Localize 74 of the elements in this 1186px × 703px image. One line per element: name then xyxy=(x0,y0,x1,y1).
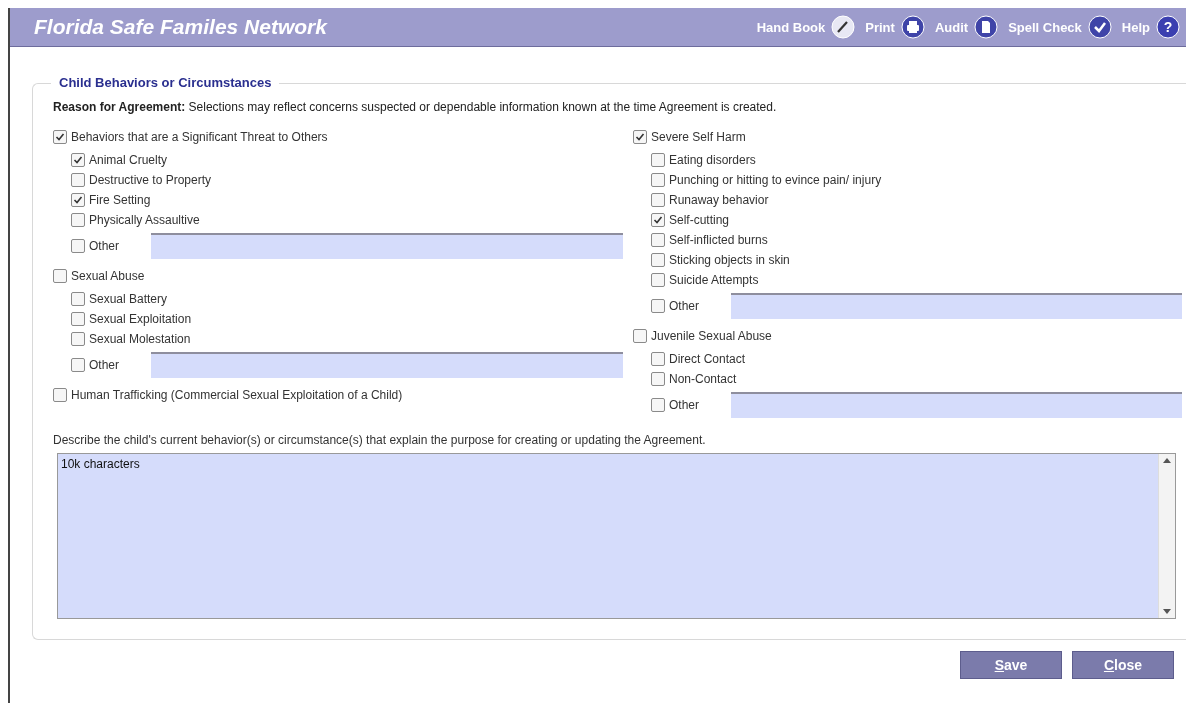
checkbox[interactable] xyxy=(71,312,85,326)
checkbox-label: Suicide Attempts xyxy=(669,273,759,287)
checkbox-label: Sexual Abuse xyxy=(71,269,145,283)
input-field[interactable] xyxy=(731,392,1182,418)
checkbox[interactable] xyxy=(53,388,67,402)
check-icon xyxy=(1087,15,1112,39)
input-field[interactable] xyxy=(151,352,623,378)
down-arrow-icon[interactable] xyxy=(1163,609,1171,614)
checkbox-label: Other xyxy=(89,239,120,253)
checkbox-label: Self-cutting xyxy=(669,213,730,227)
checkbox[interactable] xyxy=(71,292,85,306)
checkbox-label: Sticking objects in skin xyxy=(669,253,790,267)
checkbox[interactable] xyxy=(651,352,665,366)
checkbox-label: Non-Contact xyxy=(669,372,737,386)
checkbox[interactable] xyxy=(71,173,85,187)
input-field[interactable] xyxy=(151,233,623,259)
reason-text: Reason for Agreement: Selections may reflect concerns suspected or dependable information known at the time Agreement is created. xyxy=(53,100,778,114)
checkbox-label: Fire Setting xyxy=(89,193,151,207)
toolbar-button[interactable]: Audit xyxy=(934,15,999,39)
checkbox-label: Sexual Molestation xyxy=(89,332,191,346)
field-label: Describe the child's current behavior(s) or circumstance(s) that explain the purpose for creating or updating the Agreement. xyxy=(53,433,707,447)
document-icon xyxy=(974,15,999,39)
checkbox[interactable] xyxy=(71,193,85,207)
checkbox[interactable] xyxy=(633,130,647,144)
toolbar-button[interactable]: Hand Book xyxy=(756,15,856,39)
checkbox-label: Other xyxy=(669,398,700,412)
input-field[interactable] xyxy=(731,293,1182,319)
checkbox[interactable] xyxy=(53,269,67,283)
action-button[interactable]: Close xyxy=(1072,651,1174,679)
checkbox-label: Other xyxy=(89,358,120,372)
checkbox[interactable] xyxy=(651,233,665,247)
checkbox[interactable] xyxy=(71,332,85,346)
checkbox[interactable] xyxy=(651,193,665,207)
checkbox-label: Punching or hitting to evince pain/ injury xyxy=(669,173,882,187)
action-button[interactable]: Save xyxy=(960,651,1062,679)
toolbar-button[interactable]: Help ? xyxy=(1121,15,1180,39)
checkbox-label: Destructive to Property xyxy=(89,173,212,187)
checkbox[interactable] xyxy=(651,253,665,267)
checkbox-label: Sexual Exploitation xyxy=(89,312,192,326)
checkbox[interactable] xyxy=(651,153,665,167)
checkbox[interactable] xyxy=(651,372,665,386)
checkbox-label: Physically Assaultive xyxy=(89,213,200,227)
window-title: Florida Safe Familes Network xyxy=(34,15,327,39)
help-icon: ? xyxy=(1156,15,1180,39)
checkbox-label: Runaway behavior xyxy=(669,193,769,207)
toolbar-button[interactable]: Print xyxy=(865,15,925,39)
text-area[interactable]: 10k characters xyxy=(57,453,1176,619)
checkbox[interactable] xyxy=(633,329,647,343)
checkbox-label: Direct Contact xyxy=(669,352,746,366)
checkbox-label: Behaviors that are a Significant Threat to Others xyxy=(71,130,328,144)
checkbox[interactable] xyxy=(71,213,85,227)
checkbox[interactable] xyxy=(651,398,665,412)
checkbox[interactable] xyxy=(71,239,85,253)
checkbox-label: Other xyxy=(669,299,700,313)
pen-icon xyxy=(831,15,856,39)
checkbox[interactable] xyxy=(651,273,665,287)
checkbox-label: Sexual Battery xyxy=(89,292,168,306)
checkbox-label: Self-inflicted burns xyxy=(669,233,768,247)
checkbox-label: Human Trafficking (Commercial Sexual Exploitation of a Child) xyxy=(71,388,403,402)
checkbox[interactable] xyxy=(651,213,665,227)
checkbox[interactable] xyxy=(71,153,85,167)
checkbox[interactable] xyxy=(53,130,67,144)
checkbox[interactable] xyxy=(651,299,665,313)
checkbox[interactable] xyxy=(71,358,85,372)
checkbox[interactable] xyxy=(651,173,665,187)
up-arrow-icon[interactable] xyxy=(1163,458,1171,463)
checkbox-label: Animal Cruelty xyxy=(89,153,168,167)
toolbar-button[interactable]: Spell Check xyxy=(1008,15,1112,39)
checkbox-label: Eating disorders xyxy=(669,153,756,167)
scrollbar[interactable] xyxy=(1158,454,1175,618)
checkbox-label: Juvenile Sexual Abuse xyxy=(651,329,772,343)
printer-icon xyxy=(900,15,925,39)
section-title: Child Behaviors or Circumstances xyxy=(51,75,280,90)
checkbox-label: Severe Self Harm xyxy=(651,130,746,144)
